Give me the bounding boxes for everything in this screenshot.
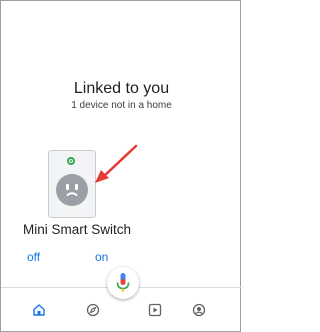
account-icon [192,303,206,317]
device-name: Mini Smart Switch [23,222,132,237]
on-button[interactable]: on [95,250,108,264]
nav-discover[interactable] [86,303,100,317]
assistant-mic-button[interactable] [107,267,139,299]
nav-home[interactable] [32,303,46,317]
outlet-icon [56,174,88,206]
device-tile[interactable] [48,150,96,218]
compass-icon [86,303,100,317]
annotation-arrow-icon [95,144,138,183]
app-frame: Linked to you 1 device not in a home Min… [0,0,242,332]
home-icon [33,304,45,316]
media-icon [148,303,162,317]
page-title: Linked to you [73,80,170,97]
nav-account[interactable] [192,303,206,317]
off-button[interactable]: off [27,250,40,264]
nav-media[interactable] [148,303,162,317]
page-subtitle: 1 device not in a home [71,100,172,111]
mic-icon [116,273,130,292]
online-status-icon [67,157,75,165]
